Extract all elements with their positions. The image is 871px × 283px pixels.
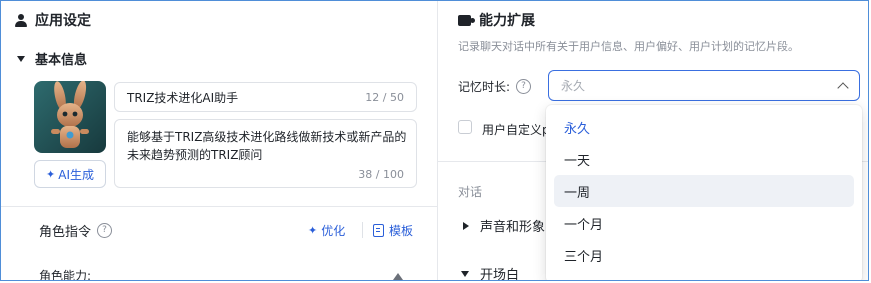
dropdown-option-forever[interactable]: 永久 <box>554 111 854 143</box>
app-settings-title: 应用设定 <box>35 13 91 29</box>
app-name-value: TRIZ技术进化AI助手 <box>127 90 239 105</box>
app-settings-panel: 应用设定 基本信息 ✦ AI生成 TRIZ技术进化AI助手 12 / 50 能够… <box>1 1 438 281</box>
role-instruction-header: 角色指令 ? <box>39 221 113 240</box>
app-settings-header: 应用设定 <box>15 10 91 30</box>
custom-checkbox-label: 用户自定义p <box>482 123 550 137</box>
dialog-section-label: 对话 <box>458 185 483 199</box>
person-icon <box>15 13 27 27</box>
dropdown-option-one-week[interactable]: 一周 <box>554 175 854 207</box>
document-icon <box>373 224 384 237</box>
chevron-up-icon <box>837 81 849 94</box>
divider <box>1 206 437 207</box>
memory-duration-placeholder: 永久 <box>561 79 586 93</box>
role-ability-label: 角色能力: <box>39 269 92 281</box>
app-name-input[interactable]: TRIZ技术进化AI助手 12 / 50 <box>114 82 417 112</box>
optimize-button[interactable]: ✦ 优化 <box>308 222 345 239</box>
ai-generate-label: AI生成 <box>58 167 94 182</box>
opening-toggle[interactable]: 开场白 <box>461 264 520 281</box>
optimize-label: 优化 <box>321 224 346 238</box>
dropdown-option-one-month[interactable]: 一个月 <box>554 207 854 239</box>
help-icon[interactable]: ? <box>97 223 113 238</box>
voice-appearance-toggle[interactable]: 声音和形象 <box>463 216 545 235</box>
dropdown-option-one-day[interactable]: 一天 <box>554 143 854 175</box>
dropdown-option-three-months[interactable]: 三个月 <box>554 239 854 271</box>
basic-info-toggle[interactable]: 基本信息 <box>17 49 87 68</box>
template-label: 模板 <box>389 224 414 238</box>
app-description-input[interactable]: 能够基于TRIZ高级技术进化路线做新技术或新产品的未来趋势预测的TRIZ顾问 3… <box>114 119 417 188</box>
caret-down-icon <box>17 55 25 62</box>
role-instruction-label: 角色指令 <box>39 225 92 240</box>
custom-checkbox[interactable] <box>458 120 472 134</box>
caret-down-icon <box>461 270 469 277</box>
app-window: 应用设定 基本信息 ✦ AI生成 TRIZ技术进化AI助手 12 / 50 能够… <box>0 0 869 281</box>
template-button[interactable]: 模板 <box>373 222 413 239</box>
sparkle-icon: ✦ <box>308 224 318 237</box>
ai-generate-button[interactable]: ✦ AI生成 <box>34 160 106 188</box>
capability-extension-header: 能力扩展 <box>458 10 535 30</box>
app-name-counter: 12 / 50 <box>365 90 404 104</box>
voice-appearance-label: 声音和形象 <box>480 220 546 235</box>
app-description-value: 能够基于TRIZ高级技术进化路线做新技术或新产品的未来趋势预测的TRIZ顾问 <box>127 130 407 162</box>
capability-extension-title: 能力扩展 <box>479 13 535 29</box>
opening-label: 开场白 <box>480 268 520 281</box>
help-icon[interactable]: ? <box>516 79 532 94</box>
basic-info-label: 基本信息 <box>35 53 88 68</box>
toolbar-separator <box>362 222 363 238</box>
puzzle-icon <box>458 14 475 26</box>
memory-description: 记录聊天对话中所有关于用户信息、用户偏好、用户计划的记忆片段。 <box>458 40 799 53</box>
memory-duration-select[interactable]: 永久 <box>548 70 860 101</box>
memory-duration-dropdown: 永久 一天 一周 一个月 三个月 <box>546 105 862 280</box>
caret-right-icon <box>463 221 469 230</box>
app-description-counter: 38 / 100 <box>358 168 404 181</box>
sparkle-icon: ✦ <box>46 167 56 181</box>
avatar[interactable] <box>34 81 106 153</box>
memory-duration-label: 记忆时长: <box>458 80 511 94</box>
scroll-up-icon[interactable] <box>393 273 403 280</box>
memory-duration-label-row: 记忆时长: ? <box>458 78 532 95</box>
